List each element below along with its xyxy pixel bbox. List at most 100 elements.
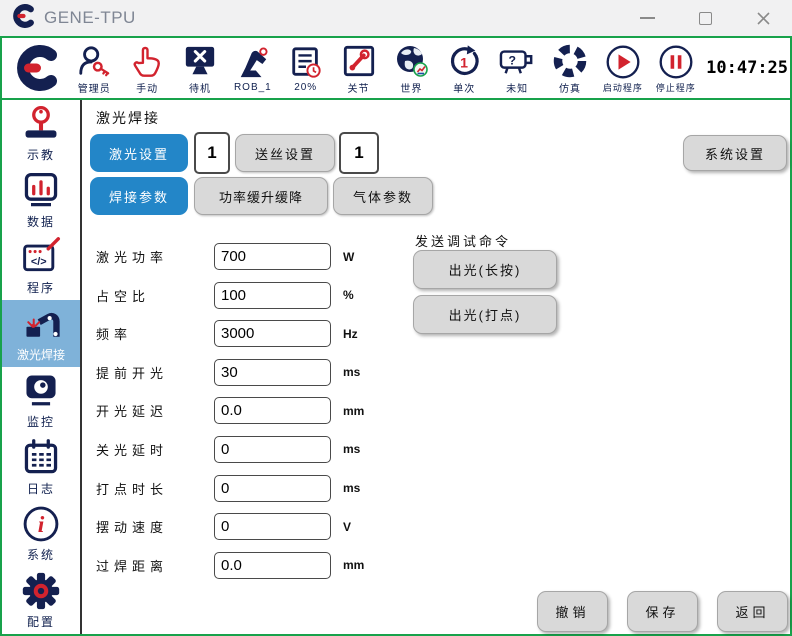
field-label: 频率 [82,324,214,343]
svg-text:?: ? [509,53,517,67]
document-clock-icon [289,43,323,83]
field-label: 开光延迟 [82,401,214,420]
sidebar-item-teach[interactable]: 示教 [2,100,80,167]
laser-on-long-press-button[interactable]: 出光(长按) [413,250,557,289]
monitor-camera-icon [20,371,62,411]
close-icon [756,11,771,26]
config-gear-icon [20,571,62,611]
toolbar-item-joint-coord[interactable]: 关节 [332,38,385,98]
toolbar-item-speed[interactable]: 20% [279,38,332,98]
subtab-gas-params[interactable]: 气体参数 [333,177,433,215]
hand-icon [131,41,164,81]
spot-duration-input[interactable] [214,475,331,502]
system-clock: 10:47:25 [706,58,788,78]
globe-icon [393,41,429,81]
toolbar-item-standby[interactable]: 待机 [174,38,227,98]
field-unit: V [343,520,351,534]
sidebar-item-config[interactable]: 配置 [2,567,80,634]
camera-question-icon: ? [498,41,536,81]
advance-on-input[interactable] [214,359,331,386]
off-delay-input[interactable] [214,436,331,463]
window-controls [618,0,792,36]
field-row-laser-power: 激光功率 W [82,243,364,270]
field-label: 摆动速度 [82,517,214,536]
simulation-icon [552,41,588,81]
brand-logo-icon [4,43,68,93]
field-row-advance-on: 提前开光 ms [82,359,364,386]
workspace: 示教 数据 </> [2,100,790,634]
close-button[interactable] [734,0,792,36]
laser-on-spot-button[interactable]: 出光(打点) [413,295,557,334]
toolbar: 管理员 手动 待机 [2,38,790,100]
tab-laser-settings[interactable]: 激光设置 [90,134,188,172]
field-row-off-delay: 关光延时 ms [82,436,364,463]
toolbar-item-robot[interactable]: ROB_1 [226,38,279,98]
field-unit: mm [343,558,364,572]
field-row-spot-duration: 打点时长 ms [82,475,364,502]
toolbar-item-stop-program[interactable]: 停止程序 [649,38,702,98]
app-logo-icon [10,3,36,34]
sidebar-item-monitor[interactable]: 监控 [2,367,80,434]
welding-param-form: 激光功率 W 占空比 % 频率 Hz 提前开光 [82,243,364,590]
on-delay-input[interactable] [214,397,331,424]
log-calendar-icon [20,438,62,478]
data-chart-icon [20,171,62,211]
field-row-on-delay: 开光延迟 mm [82,397,364,424]
minimize-button[interactable] [618,0,676,36]
wire-channel-input[interactable] [339,132,379,174]
toolbar-item-manual-mode[interactable]: 手动 [121,38,174,98]
joint-icon [342,41,376,81]
tab-wire-feed-settings[interactable]: 送丝设置 [235,134,335,172]
field-row-overweld-distance: 过焊距离 mm [82,552,364,579]
subtab-welding-params[interactable]: 焊接参数 [90,177,188,215]
field-label: 过焊距离 [82,556,214,575]
frequency-input[interactable] [214,320,331,347]
field-unit: % [343,288,354,302]
app-window: GENE-TPU [0,0,792,636]
sidebar-item-laser-welding[interactable]: 激光焊接 [2,300,80,367]
field-label: 打点时长 [82,479,214,498]
subtab-power-ramp[interactable]: 功率缓升缓降 [194,177,328,215]
duty-cycle-input[interactable] [214,282,331,309]
toolbar-item-unknown[interactable]: ? 未知 [491,38,544,98]
main-frame: 管理员 手动 待机 [0,36,792,636]
overweld-distance-input[interactable] [214,552,331,579]
debug-command-title: 发送调试命令 [415,231,511,250]
field-label: 激光功率 [82,247,214,266]
toolbar-item-world-coord[interactable]: 世界 [385,38,438,98]
field-label: 关光延时 [82,440,214,459]
sidebar-item-log[interactable]: 日志 [2,434,80,501]
minimize-icon [640,17,655,19]
save-button[interactable]: 保存 [627,591,698,632]
sidebar: 示教 数据 </> [2,100,82,634]
page-title: 激光焊接 [96,108,160,128]
laser-power-input[interactable] [214,243,331,270]
back-button[interactable]: 返回 [717,591,788,632]
weave-speed-input[interactable] [214,513,331,540]
laser-channel-input[interactable] [194,132,230,174]
field-row-weave-speed: 摆动速度 V [82,513,364,540]
toolbar-item-start-program[interactable]: 启动程序 [596,38,649,98]
system-info-icon: i [20,504,62,544]
field-label: 提前开光 [82,363,214,382]
teach-pendant-icon [20,104,62,144]
user-key-icon [77,41,111,81]
pause-icon [658,42,694,82]
maximize-button[interactable] [676,0,734,36]
program-code-icon: </> [20,237,62,277]
system-settings-button[interactable]: 系统设置 [683,135,787,171]
svg-text:</>: </> [31,257,47,269]
toolbar-item-single-cycle[interactable]: 1 单次 [438,38,491,98]
laser-welding-panel: 激光焊接 激光设置 送丝设置 系统设置 焊接参数 功率缓升缓降 气体参数 激光功… [82,100,790,634]
play-icon [605,42,641,82]
monitor-x-icon [183,41,217,81]
svg-text:1: 1 [460,55,468,71]
sidebar-item-data[interactable]: 数据 [2,167,80,234]
undo-button[interactable]: 撤销 [537,591,608,632]
field-unit: W [343,250,354,264]
sidebar-item-program[interactable]: </> 程序 [2,234,80,301]
field-label: 占空比 [82,286,214,305]
sidebar-item-system[interactable]: i 系统 [2,501,80,568]
toolbar-item-admin[interactable]: 管理员 [68,38,121,98]
toolbar-item-simulation[interactable]: 仿真 [544,38,597,98]
